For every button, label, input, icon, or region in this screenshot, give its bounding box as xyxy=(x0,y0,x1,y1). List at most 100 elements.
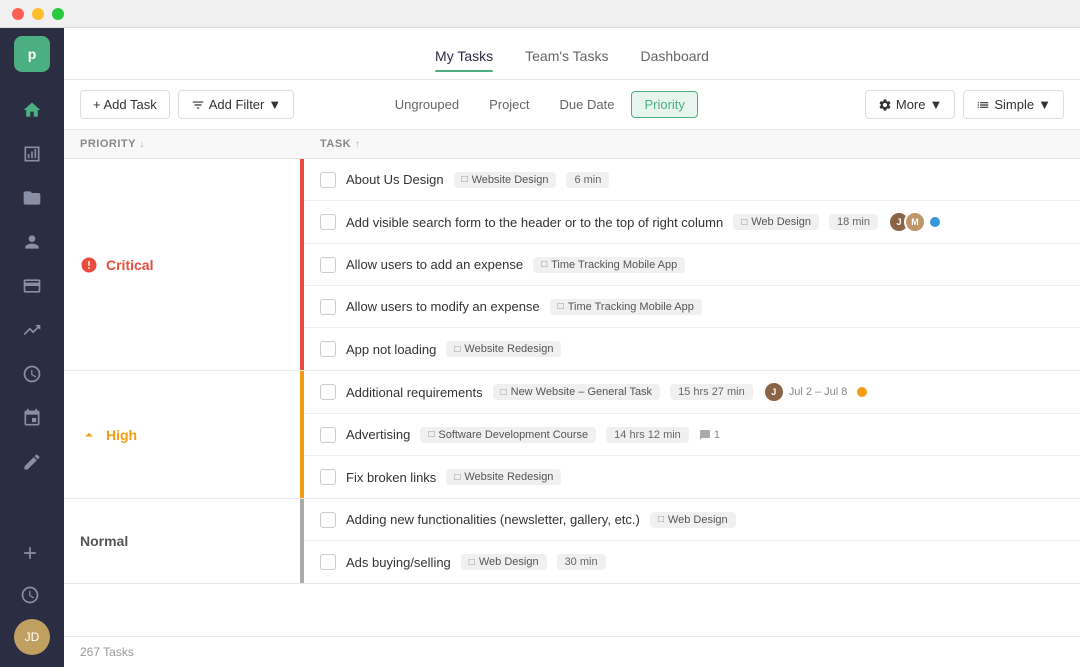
task-tag[interactable]: □ Software Development Course xyxy=(420,427,596,443)
sidebar-item-folder[interactable] xyxy=(12,178,52,218)
task-tag[interactable]: □ Time Tracking Mobile App xyxy=(550,299,702,315)
task-checkbox[interactable] xyxy=(320,341,336,357)
priority-group-high: High Additional requirements □ New Websi… xyxy=(64,371,1080,499)
simple-view-button[interactable]: Simple ▼ xyxy=(963,90,1064,119)
avatar: M xyxy=(904,211,926,233)
logo-letter: p xyxy=(28,46,37,62)
critical-icon xyxy=(80,256,98,274)
table-row: Additional requirements □ New Website – … xyxy=(304,371,1080,414)
top-nav: My Tasks Team's Tasks Dashboard xyxy=(64,28,1080,80)
titlebar xyxy=(0,0,1080,28)
table-row: Ads buying/selling □ Web Design 30 min xyxy=(304,541,1080,583)
sidebar-item-analytics[interactable] xyxy=(12,310,52,350)
simple-chevron-icon: ▼ xyxy=(1038,97,1051,112)
priority-label-critical: Critical xyxy=(64,159,304,370)
high-task-list: Additional requirements □ New Website – … xyxy=(304,371,1080,498)
more-button[interactable]: More ▼ xyxy=(865,90,956,119)
sidebar-item-add[interactable] xyxy=(10,533,50,573)
sidebar-item-notes[interactable] xyxy=(12,442,52,482)
task-count-footer: 267 Tasks xyxy=(64,636,1080,667)
table-row: Fix broken links □ Website Redesign xyxy=(304,456,1080,498)
more-chevron-icon: ▼ xyxy=(930,97,943,112)
sidebar-item-invoices[interactable] xyxy=(12,266,52,306)
filter-project[interactable]: Project xyxy=(476,91,542,118)
right-controls: More ▼ Simple ▼ xyxy=(865,90,1064,119)
time-badge: 14 hrs 12 min xyxy=(606,427,689,443)
task-checkbox[interactable] xyxy=(320,214,336,230)
task-checkbox[interactable] xyxy=(320,299,336,315)
filter-ungrouped[interactable]: Ungrouped xyxy=(382,91,472,118)
avatar-group: J M xyxy=(888,211,920,233)
table-header: PRIORITY ↓ TASK ↑ xyxy=(64,130,1080,159)
tag-icon: □ xyxy=(501,387,507,398)
tag-icon: □ xyxy=(558,301,564,312)
priority-group-critical: Critical About Us Design □ Website Desig… xyxy=(64,159,1080,371)
filter-priority[interactable]: Priority xyxy=(631,91,697,118)
maximize-dot[interactable] xyxy=(52,8,64,20)
tag-icon: □ xyxy=(469,557,475,568)
filter-due-date[interactable]: Due Date xyxy=(547,91,628,118)
time-badge: 15 hrs 27 min xyxy=(670,384,753,400)
task-sort-icon[interactable]: ↑ xyxy=(355,139,361,150)
table-row: App not loading □ Website Redesign xyxy=(304,328,1080,370)
task-checkbox[interactable] xyxy=(320,257,336,273)
tag-icon: □ xyxy=(658,514,664,525)
task-tag[interactable]: □ Website Redesign xyxy=(446,469,561,485)
comment-badge: 1 xyxy=(699,429,720,441)
status-dot xyxy=(930,217,940,227)
sidebar-logo[interactable]: p xyxy=(14,36,50,72)
priority-label-high: High xyxy=(64,371,304,498)
normal-task-list: Adding new functionalities (newsletter, … xyxy=(304,499,1080,583)
table-row: Advertising □ Software Development Cours… xyxy=(304,414,1080,456)
tag-icon: □ xyxy=(462,174,468,185)
task-tag[interactable]: □ Web Design xyxy=(650,512,736,528)
toolbar: + Add Task Add Filter ▼ Ungrouped Projec… xyxy=(64,80,1080,130)
table-container: PRIORITY ↓ TASK ↑ Critical About Us xyxy=(64,130,1080,636)
task-checkbox[interactable] xyxy=(320,554,336,570)
date-badge: Jul 2 – Jul 8 xyxy=(789,386,848,398)
time-badge: 30 min xyxy=(557,554,606,570)
critical-task-list: About Us Design □ Website Design 6 min A… xyxy=(304,159,1080,370)
priority-sort-icon[interactable]: ↓ xyxy=(139,139,145,150)
time-badge: 6 min xyxy=(566,172,609,188)
sidebar-item-reports[interactable] xyxy=(12,134,52,174)
tab-teams-tasks[interactable]: Team's Tasks xyxy=(525,44,608,72)
sidebar-item-calendar[interactable] xyxy=(12,398,52,438)
task-tag[interactable]: □ Website Redesign xyxy=(446,341,561,357)
minimize-dot[interactable] xyxy=(32,8,44,20)
task-tag[interactable]: □ New Website – General Task xyxy=(493,384,660,400)
add-task-button[interactable]: + Add Task xyxy=(80,90,170,119)
priority-column-header: PRIORITY ↓ xyxy=(80,138,320,150)
list-icon xyxy=(976,98,990,112)
sidebar-item-timer[interactable] xyxy=(10,575,50,615)
tab-dashboard[interactable]: Dashboard xyxy=(640,44,709,72)
avatar[interactable]: JD xyxy=(14,619,50,655)
tab-my-tasks[interactable]: My Tasks xyxy=(435,44,493,72)
priority-group-normal: Normal Adding new functionalities (newsl… xyxy=(64,499,1080,584)
task-checkbox[interactable] xyxy=(320,172,336,188)
sidebar: p xyxy=(0,28,64,667)
table-row: Add visible search form to the header or… xyxy=(304,201,1080,244)
filter-icon xyxy=(191,98,205,112)
task-checkbox[interactable] xyxy=(320,384,336,400)
avatar: J xyxy=(763,381,785,403)
task-tag[interactable]: □ Time Tracking Mobile App xyxy=(533,257,685,273)
task-tag[interactable]: □ Website Design xyxy=(454,172,557,188)
task-checkbox[interactable] xyxy=(320,469,336,485)
filter-group: Ungrouped Project Due Date Priority xyxy=(382,91,698,118)
task-tag[interactable]: □ Web Design xyxy=(461,554,547,570)
tag-icon: □ xyxy=(428,429,434,440)
add-filter-button[interactable]: Add Filter ▼ xyxy=(178,90,295,119)
table-row: Allow users to modify an expense □ Time … xyxy=(304,286,1080,328)
task-checkbox[interactable] xyxy=(320,427,336,443)
task-checkbox[interactable] xyxy=(320,512,336,528)
table-row: About Us Design □ Website Design 6 min xyxy=(304,159,1080,201)
sidebar-item-contacts[interactable] xyxy=(12,222,52,262)
sidebar-item-time[interactable] xyxy=(12,354,52,394)
task-tag[interactable]: □ Web Design xyxy=(733,214,819,230)
table-row: Allow users to add an expense □ Time Tra… xyxy=(304,244,1080,286)
sidebar-item-home[interactable] xyxy=(12,90,52,130)
task-column-header: TASK ↑ xyxy=(320,138,1064,150)
close-dot[interactable] xyxy=(12,8,24,20)
tag-icon: □ xyxy=(454,344,460,355)
